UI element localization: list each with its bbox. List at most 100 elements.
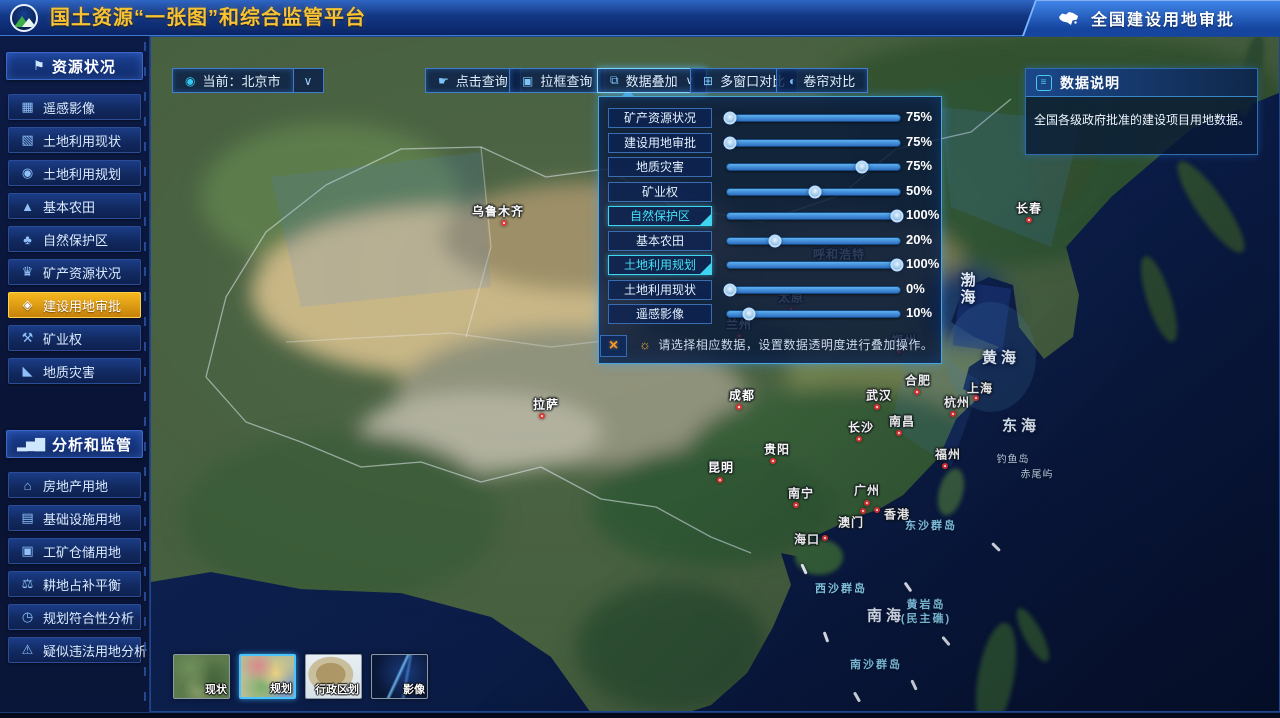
- opacity-slider[interactable]: [726, 114, 901, 122]
- basemap-thumbnail-xianzhuang[interactable]: 现状: [173, 654, 230, 699]
- opacity-slider[interactable]: [726, 188, 901, 196]
- toolbar-button-4[interactable]: ◐卷帘对比: [776, 68, 868, 93]
- chevron-down-icon[interactable]: ∨: [294, 68, 324, 93]
- opacity-value: 75%: [906, 158, 932, 173]
- slider-handle[interactable]: [769, 234, 782, 247]
- opacity-value: 100%: [906, 256, 939, 271]
- slider-handle[interactable]: [890, 259, 903, 272]
- layer-toggle-button[interactable]: 矿产资源状况: [608, 108, 712, 128]
- sidebar-item-label: 土地利用规划: [43, 164, 121, 183]
- sidebar-item[interactable]: ◷规划符合性分析: [8, 604, 141, 630]
- basemap-thumbnail-label: 规划: [270, 680, 292, 696]
- nine-dash-line-segment: [853, 691, 861, 702]
- sidebar-item[interactable]: ▤基础设施用地: [8, 505, 141, 531]
- layer-toggle-button[interactable]: 遥感影像: [608, 304, 712, 324]
- map-city-marker: [860, 508, 866, 514]
- sidebar-item[interactable]: ◉土地利用规划: [8, 160, 141, 186]
- map-sea-label: 东海: [1002, 415, 1040, 436]
- sidebar-item[interactable]: ⌂房地产用地: [8, 472, 141, 498]
- header-mode-tab[interactable]: 全国建设用地审批: [1012, 0, 1280, 36]
- basemap-thumbnail-guihua[interactable]: 规划: [239, 654, 296, 699]
- opacity-slider[interactable]: [726, 310, 901, 318]
- data-overlay-panel: 矿产资源状况75%建设用地审批75%地质灾害75%矿业权50%自然保护区100%…: [598, 96, 942, 364]
- land-resources-logo-icon: [10, 4, 38, 32]
- layer-toggle-button[interactable]: 基本农田: [608, 231, 712, 251]
- map-city-label: 贵阳: [764, 441, 790, 458]
- map-city-marker: [822, 535, 828, 541]
- sidebar-item[interactable]: ▧土地利用现状: [8, 127, 141, 153]
- layer-toggle-button[interactable]: 土地利用现状: [608, 280, 712, 300]
- map-city-marker: [973, 395, 979, 401]
- slider-handle[interactable]: [724, 136, 737, 149]
- map-city-marker: [717, 477, 723, 483]
- sidebar-item[interactable]: ⚠疑似违法用地分析: [8, 637, 141, 663]
- slider-handle[interactable]: [809, 185, 822, 198]
- opacity-slider[interactable]: [726, 237, 901, 245]
- layer-row: 自然保护区100%: [599, 204, 941, 229]
- nine-dash-line-segment: [910, 679, 917, 690]
- layer-toggle-button[interactable]: 自然保护区: [608, 206, 712, 226]
- sidebar-item[interactable]: ♣自然保护区: [8, 226, 141, 252]
- sidebar-item[interactable]: ◈ 建设用地审批: [8, 292, 141, 318]
- basemap-thumbnail-xingzheng[interactable]: 行政区划: [305, 654, 362, 699]
- toolbar-button-0[interactable]: ☛点击查询: [425, 68, 521, 93]
- map-city-label: 南昌: [889, 413, 915, 430]
- layers-icon: ⧉: [610, 73, 619, 88]
- layer-toggle-button[interactable]: 建设用地审批: [608, 133, 712, 153]
- slider-handle[interactable]: [743, 308, 756, 321]
- map-city-label: 福州: [935, 446, 961, 463]
- sidebar-item-label: 规划符合性分析: [43, 608, 134, 627]
- sidebar-item[interactable]: ⚒矿业权: [8, 325, 141, 351]
- farmland-icon: ▲: [20, 199, 35, 214]
- sidebar-item[interactable]: ◣地质灾害: [8, 358, 141, 384]
- infrastructure-icon: ▤: [20, 510, 35, 526]
- sidebar-item[interactable]: ♛矿产资源状况: [8, 259, 141, 285]
- basemap-thumbnail-yingxiang[interactable]: 影像: [371, 654, 428, 699]
- layer-toggle-button[interactable]: 矿业权: [608, 182, 712, 202]
- toolbar-button-label: 点击查询: [456, 71, 508, 90]
- layer-row: 矿产资源状况75%: [599, 106, 941, 131]
- layer-row: 土地利用现状0%: [599, 278, 941, 303]
- map-city-label: 武汉: [866, 387, 892, 404]
- opacity-slider[interactable]: [726, 286, 901, 294]
- region-selector[interactable]: ◉ 当前：北京市 ∨: [172, 68, 324, 93]
- sidebar-item-label: 基本农田: [43, 197, 95, 216]
- slider-handle[interactable]: [724, 112, 737, 125]
- slider-handle[interactable]: [855, 161, 868, 174]
- lamp-icon: ☼: [639, 337, 651, 352]
- opacity-slider[interactable]: [726, 163, 901, 171]
- landuse-icon: ▧: [20, 132, 35, 148]
- document-icon: ≡: [1036, 75, 1052, 91]
- sidebar-item-label: 建设用地审批: [43, 296, 121, 315]
- map-city-label: 拉萨: [533, 396, 559, 413]
- data-description-body: 全国各级政府批准的建设项目用地数据。: [1026, 97, 1257, 142]
- slider-handle[interactable]: [724, 283, 737, 296]
- region-selector-current[interactable]: ◉ 当前：北京市: [172, 68, 294, 93]
- toolbar-button-1[interactable]: ▣拉框查询: [509, 68, 605, 93]
- sidebar-section-title: 分析和监管: [52, 434, 132, 455]
- sidebar-item[interactable]: ▦遥感影像: [8, 94, 141, 120]
- layer-toggle-button[interactable]: 地质灾害: [608, 157, 712, 177]
- map-city-marker: [896, 430, 902, 436]
- sidebar-item[interactable]: ▣工矿仓储用地: [8, 538, 141, 564]
- map-islet-label: 钓鱼岛: [997, 451, 1030, 466]
- sidebar-item[interactable]: ▲ 基本农田: [8, 193, 141, 219]
- bottom-edge-bar: [0, 712, 1280, 718]
- opacity-slider[interactable]: [726, 261, 901, 269]
- slider-handle[interactable]: [890, 210, 903, 223]
- layer-toggle-button[interactable]: 土地利用规划: [608, 255, 712, 275]
- map-city-marker: [501, 220, 507, 226]
- opacity-slider[interactable]: [726, 139, 901, 147]
- region-selector-label: 当前：北京市: [202, 71, 280, 90]
- mining-icon: ⚒: [20, 330, 35, 346]
- sidebar-item[interactable]: ⚖耕地占补平衡: [8, 571, 141, 597]
- sidebar-item-label: 工矿仓储用地: [43, 542, 121, 561]
- approval-icon: ◈: [20, 297, 35, 313]
- opacity-value: 20%: [906, 232, 932, 247]
- close-panel-button[interactable]: ×: [600, 335, 627, 357]
- map-island-label: 西沙群岛: [815, 580, 867, 596]
- opacity-slider[interactable]: [726, 212, 901, 220]
- sidebar-item-label: 自然保护区: [43, 230, 108, 249]
- box-select-icon: ▣: [522, 74, 533, 88]
- sidebar-item-label: 矿产资源状况: [43, 263, 121, 282]
